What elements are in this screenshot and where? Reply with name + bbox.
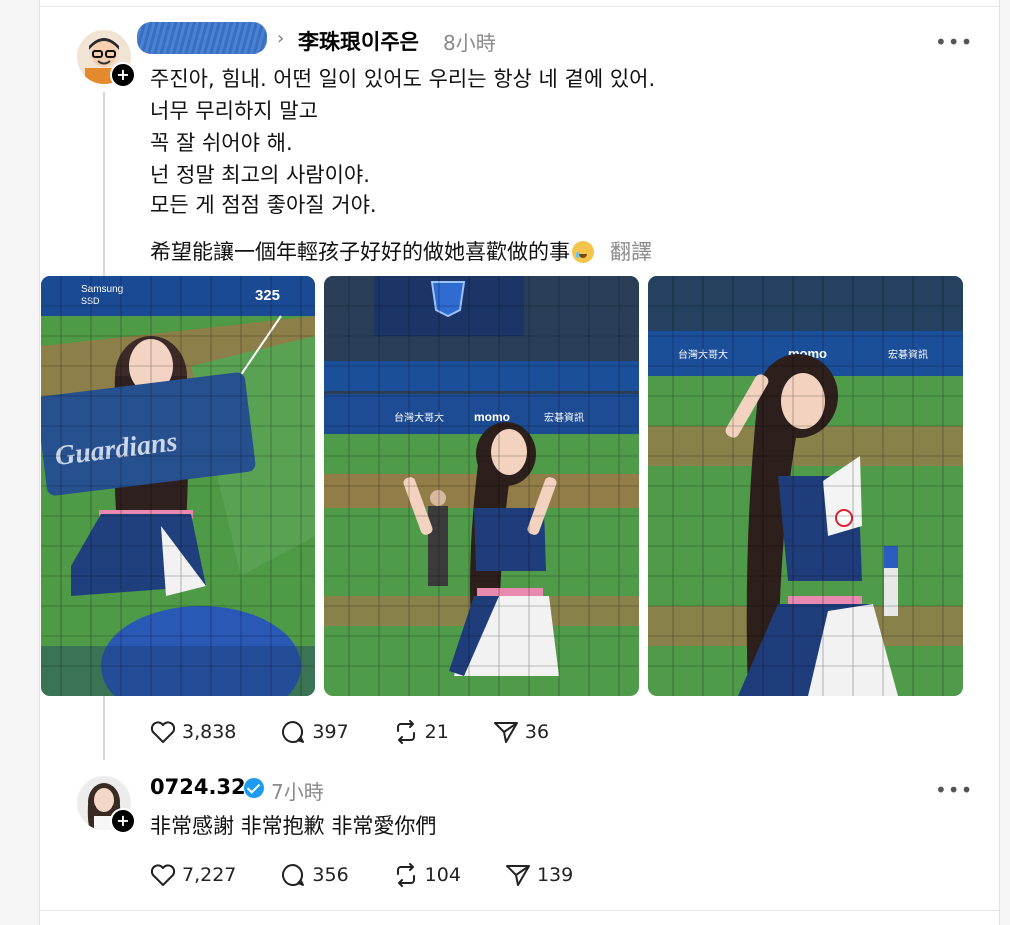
post-time[interactable]: 7小時 bbox=[271, 776, 324, 805]
send-icon bbox=[505, 865, 530, 886]
heart-icon bbox=[150, 864, 176, 886]
post-time[interactable]: 8小時 bbox=[443, 27, 496, 56]
post-author[interactable]: 李珠珢이주은 bbox=[298, 26, 419, 56]
bottom-divider bbox=[40, 910, 999, 911]
comment-icon bbox=[282, 864, 305, 886]
reply-count: 397 bbox=[312, 721, 349, 743]
post-text-line: 너무 무리하지 말고 bbox=[150, 99, 318, 123]
repost-button[interactable]: 104 bbox=[393, 863, 461, 887]
share-button[interactable]: 139 bbox=[505, 863, 573, 887]
more-options-icon[interactable]: ••• bbox=[935, 778, 973, 802]
share-button[interactable]: 36 bbox=[493, 720, 549, 744]
post-author[interactable]: 0724.32 bbox=[150, 775, 246, 799]
share-count: 36 bbox=[524, 721, 550, 743]
post-text-line: 주진아, 힘내. 어떤 일이 있어도 우리는 항상 네 곁에 있어. bbox=[150, 67, 656, 91]
repost-count: 104 bbox=[424, 864, 461, 886]
ad-banner-2: momo bbox=[474, 410, 510, 424]
like-count: 3,838 bbox=[182, 721, 237, 743]
verified-badge-icon bbox=[244, 778, 264, 798]
post-text-line: 넌 정말 최고의 사람이야. bbox=[150, 163, 370, 187]
repost-button[interactable]: 21 bbox=[393, 720, 449, 744]
scoreboard-sub: SSD bbox=[81, 296, 100, 306]
repost-icon bbox=[396, 720, 415, 744]
ad-banner-3: 宏碁資訊 bbox=[544, 411, 584, 424]
redacted-username bbox=[137, 22, 267, 54]
like-count: 7,227 bbox=[182, 864, 237, 886]
repost-icon bbox=[396, 863, 415, 887]
post-actions: 3,838 397 21 36 bbox=[150, 717, 593, 747]
chinese-text: 希望能讓一個年輕孩子好好的做她喜歡做的事 bbox=[150, 240, 570, 264]
comment-icon bbox=[282, 721, 305, 743]
follow-plus-icon[interactable]: + bbox=[110, 808, 136, 834]
repost-count: 21 bbox=[424, 721, 449, 743]
like-button[interactable]: 3,838 bbox=[150, 720, 236, 744]
post-chinese-line: 希望能讓一個年輕孩子好好的做她喜歡做的事 翻譯 bbox=[150, 236, 652, 266]
ad-banner-3: 宏碁資訊 bbox=[888, 348, 928, 361]
post-photo-3[interactable]: 台灣大哥大 momo 宏碁資訊 bbox=[648, 276, 963, 696]
like-button[interactable]: 7,227 bbox=[150, 863, 236, 887]
scoreboard-brand: Samsung bbox=[81, 284, 123, 295]
post-text-line: 모든 게 점점 좋아질 거야. bbox=[150, 193, 377, 217]
post-actions: 7,227 356 104 139 bbox=[150, 860, 617, 890]
post-photo-2[interactable]: 台灣大哥大 momo 宏碁資訊 bbox=[324, 276, 639, 696]
ad-banner-1: 台灣大哥大 bbox=[394, 411, 444, 424]
more-options-icon[interactable]: ••• bbox=[935, 30, 973, 54]
scoreboard-number: 325 bbox=[255, 287, 280, 304]
follow-plus-icon[interactable]: + bbox=[110, 62, 136, 88]
top-divider bbox=[40, 6, 999, 7]
post-text-line: 꼭 잘 쉬어야 해. bbox=[150, 131, 293, 155]
send-icon bbox=[493, 722, 518, 743]
heart-icon bbox=[150, 721, 176, 743]
crying-face-icon bbox=[572, 241, 594, 263]
post-photo-1[interactable]: Samsung SSD 325 Guardians bbox=[41, 276, 315, 696]
reply-button[interactable]: 356 bbox=[280, 863, 349, 887]
chevron-right-icon: › bbox=[277, 28, 285, 49]
thread-feed: + › 李珠珢이주은 8小時 ••• 주진아, 힘내. 어떤 일이 있어도 우리… bbox=[39, 0, 1000, 925]
reply-button[interactable]: 397 bbox=[280, 720, 349, 744]
share-count: 139 bbox=[536, 864, 574, 886]
translate-link[interactable]: 翻譯 bbox=[610, 240, 652, 264]
reply-count: 356 bbox=[312, 864, 349, 886]
post-text: 非常感謝 非常抱歉 非常愛你們 bbox=[150, 814, 437, 838]
